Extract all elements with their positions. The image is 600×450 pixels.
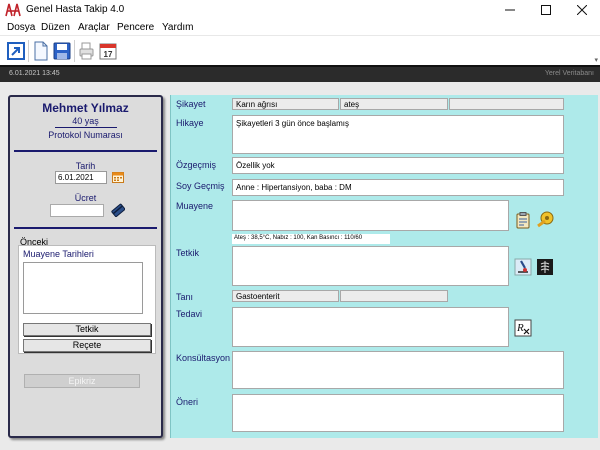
history-label: Hikaye (176, 118, 204, 128)
consultation-field[interactable] (232, 351, 564, 389)
toolbar-separator (74, 40, 75, 62)
measure-button[interactable] (536, 211, 554, 229)
toolbar-separator (28, 40, 29, 62)
menu-yardim[interactable]: Yardım (162, 22, 194, 33)
recommendation-label: Öneri (176, 397, 199, 407)
open-icon (7, 42, 25, 60)
tests-label: Tetkik (176, 248, 200, 258)
print-icon (79, 42, 94, 60)
calendar-day: 17 (104, 50, 113, 59)
tape-measure-icon (537, 211, 554, 228)
maximize-button[interactable] (528, 0, 564, 20)
xray-icon (537, 259, 553, 275)
treatment-field[interactable] (232, 307, 509, 347)
divider (14, 150, 157, 152)
svg-text:R: R (516, 322, 524, 334)
open-button[interactable] (6, 41, 26, 61)
complaint-field-2[interactable]: ateş (340, 98, 448, 110)
calendar-button[interactable]: 17 (98, 41, 118, 61)
prescription-icon: R (514, 319, 532, 337)
xray-button[interactable] (536, 258, 554, 276)
menu-pencere[interactable]: Pencere (117, 22, 154, 33)
microscope-icon (514, 258, 532, 276)
fee-label: Ücret (74, 193, 97, 203)
prescription-button[interactable]: R (514, 319, 532, 337)
close-icon (577, 5, 587, 15)
examination-label: Muayene (176, 201, 214, 211)
menu-dosya[interactable]: Dosya (7, 22, 35, 33)
toolbar-overflow-grip[interactable]: ▾ (594, 56, 598, 64)
app-logo-icon (5, 3, 21, 17)
consultation-label: Konsültasyon (176, 353, 231, 363)
menu-duzen[interactable]: Düzen (41, 22, 70, 33)
fee-field[interactable] (50, 204, 104, 217)
menu-araclar[interactable]: Araçlar (78, 22, 110, 33)
date-field[interactable]: 6.01.2021 (55, 171, 107, 184)
close-button[interactable] (564, 0, 600, 20)
date-picker-icon[interactable] (112, 171, 124, 183)
menu-bar: Dosya Düzen Araçlar Pencere Yardım (0, 20, 600, 35)
patient-age: 40 yaş (72, 116, 99, 126)
patient-panel: Mehmet Yılmaz 40 yaş Protokol Numarası T… (8, 95, 163, 438)
medical-history-label: Özgeçmiş (176, 160, 217, 170)
exam-dates-label: Muayene Tarihleri (23, 249, 94, 259)
examination-field[interactable] (232, 200, 509, 231)
exam-dates-list[interactable] (23, 262, 143, 314)
new-document-button[interactable] (31, 41, 51, 61)
toolbar: 17 ▾ (0, 35, 600, 65)
family-history-label: Soy Geçmiş (176, 181, 225, 191)
diagnosis-label: Tanı (176, 292, 194, 302)
maximize-icon (541, 5, 551, 15)
epikriz-button[interactable]: Epikriz (24, 374, 140, 388)
calendar-icon: 17 (99, 43, 117, 60)
minimize-icon (505, 9, 515, 11)
print-button[interactable] (77, 41, 97, 61)
tetkik-button[interactable]: Tetkik (23, 323, 151, 336)
status-date: 6.01.2021 13:45 (9, 70, 60, 77)
complaint-label: Şikayet (176, 99, 206, 109)
minimize-button[interactable] (492, 0, 528, 20)
exam-form-button[interactable] (514, 211, 532, 229)
new-document-icon (34, 41, 48, 61)
divider (14, 227, 157, 229)
protocol-number-label[interactable]: Protokol Numarası (10, 130, 161, 140)
patient-name: Mehmet Yılmaz (42, 101, 129, 115)
tests-field[interactable] (232, 246, 509, 286)
vital-signs: Ateş : 38,5°C, Nabız : 100, Kan Basıncı … (232, 234, 390, 244)
save-icon (53, 42, 71, 60)
diagnosis-field-1[interactable]: Gastoenterit (232, 290, 339, 302)
complaint-field-1[interactable]: Karın ağrısı (232, 98, 339, 110)
status-strip: 6.01.2021 13:45 Yerel Veritabanı (0, 65, 600, 82)
age-underline (55, 127, 117, 128)
complaint-field-3[interactable] (449, 98, 564, 110)
diagnosis-field-2[interactable] (340, 290, 448, 302)
window-title: Genel Hasta Takip 4.0 (26, 4, 125, 15)
clipboard-icon (516, 212, 530, 229)
lab-button[interactable] (514, 258, 532, 276)
title-bar[interactable]: Genel Hasta Takip 4.0 (0, 0, 600, 20)
previous-visits-box: Muayene Tarihleri Tetkik Reçete (18, 245, 156, 354)
save-button[interactable] (52, 41, 72, 61)
medical-history-field[interactable]: Özellik yok (232, 157, 564, 174)
examination-form: Şikayet Karın ağrısı ateş Hikaye Şikayet… (170, 95, 598, 438)
recommendation-field[interactable] (232, 394, 564, 432)
payment-card-icon[interactable] (111, 203, 125, 217)
family-history-field[interactable]: Anne : Hipertansiyon, baba : DM (232, 179, 564, 196)
date-label: Tarih (75, 161, 96, 171)
treatment-label: Tedavi (176, 309, 203, 319)
history-field[interactable]: Şikayetleri 3 gün önce başlamış (232, 115, 564, 154)
recete-button[interactable]: Reçete (23, 339, 151, 352)
status-database: Yerel Veritabanı (544, 70, 594, 77)
